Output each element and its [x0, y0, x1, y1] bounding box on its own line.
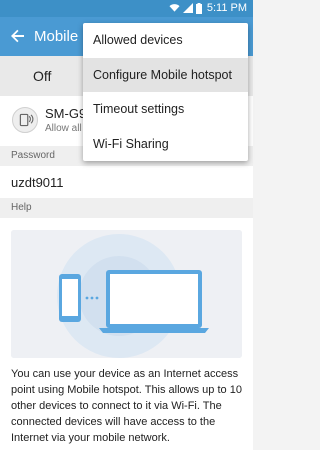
help-area: You can use your device as an Internet a…	[0, 218, 253, 450]
menu-item-wifi-sharing[interactable]: Wi-Fi Sharing	[83, 127, 248, 162]
hotspot-illustration	[11, 230, 242, 358]
device-name: SM-G9	[45, 106, 87, 121]
password-row[interactable]: uzdt9011	[0, 166, 253, 198]
status-bar: 5:11 PM	[0, 0, 253, 17]
menu-item-allowed-devices[interactable]: Allowed devices	[83, 23, 248, 58]
status-time: 5:11 PM	[206, 2, 247, 14]
password-value: uzdt9011	[11, 175, 64, 190]
back-arrow-icon[interactable]	[8, 26, 28, 46]
help-section-header: Help	[0, 198, 253, 218]
battery-icon	[195, 2, 202, 14]
menu-item-timeout-settings[interactable]: Timeout settings	[83, 92, 248, 127]
menu-item-configure-hotspot[interactable]: Configure Mobile hotspot	[83, 57, 248, 92]
signal-icon	[182, 3, 193, 13]
hotspot-device-icon	[12, 107, 38, 133]
device-subtitle: Allow all	[45, 123, 82, 134]
wifi-icon	[169, 4, 180, 12]
toggle-label: Off	[33, 68, 52, 84]
help-text: You can use your device as an Internet a…	[11, 368, 242, 444]
options-menu: Allowed devices Configure Mobile hotspot…	[83, 23, 248, 161]
status-icons: 5:11 PM	[169, 2, 247, 14]
